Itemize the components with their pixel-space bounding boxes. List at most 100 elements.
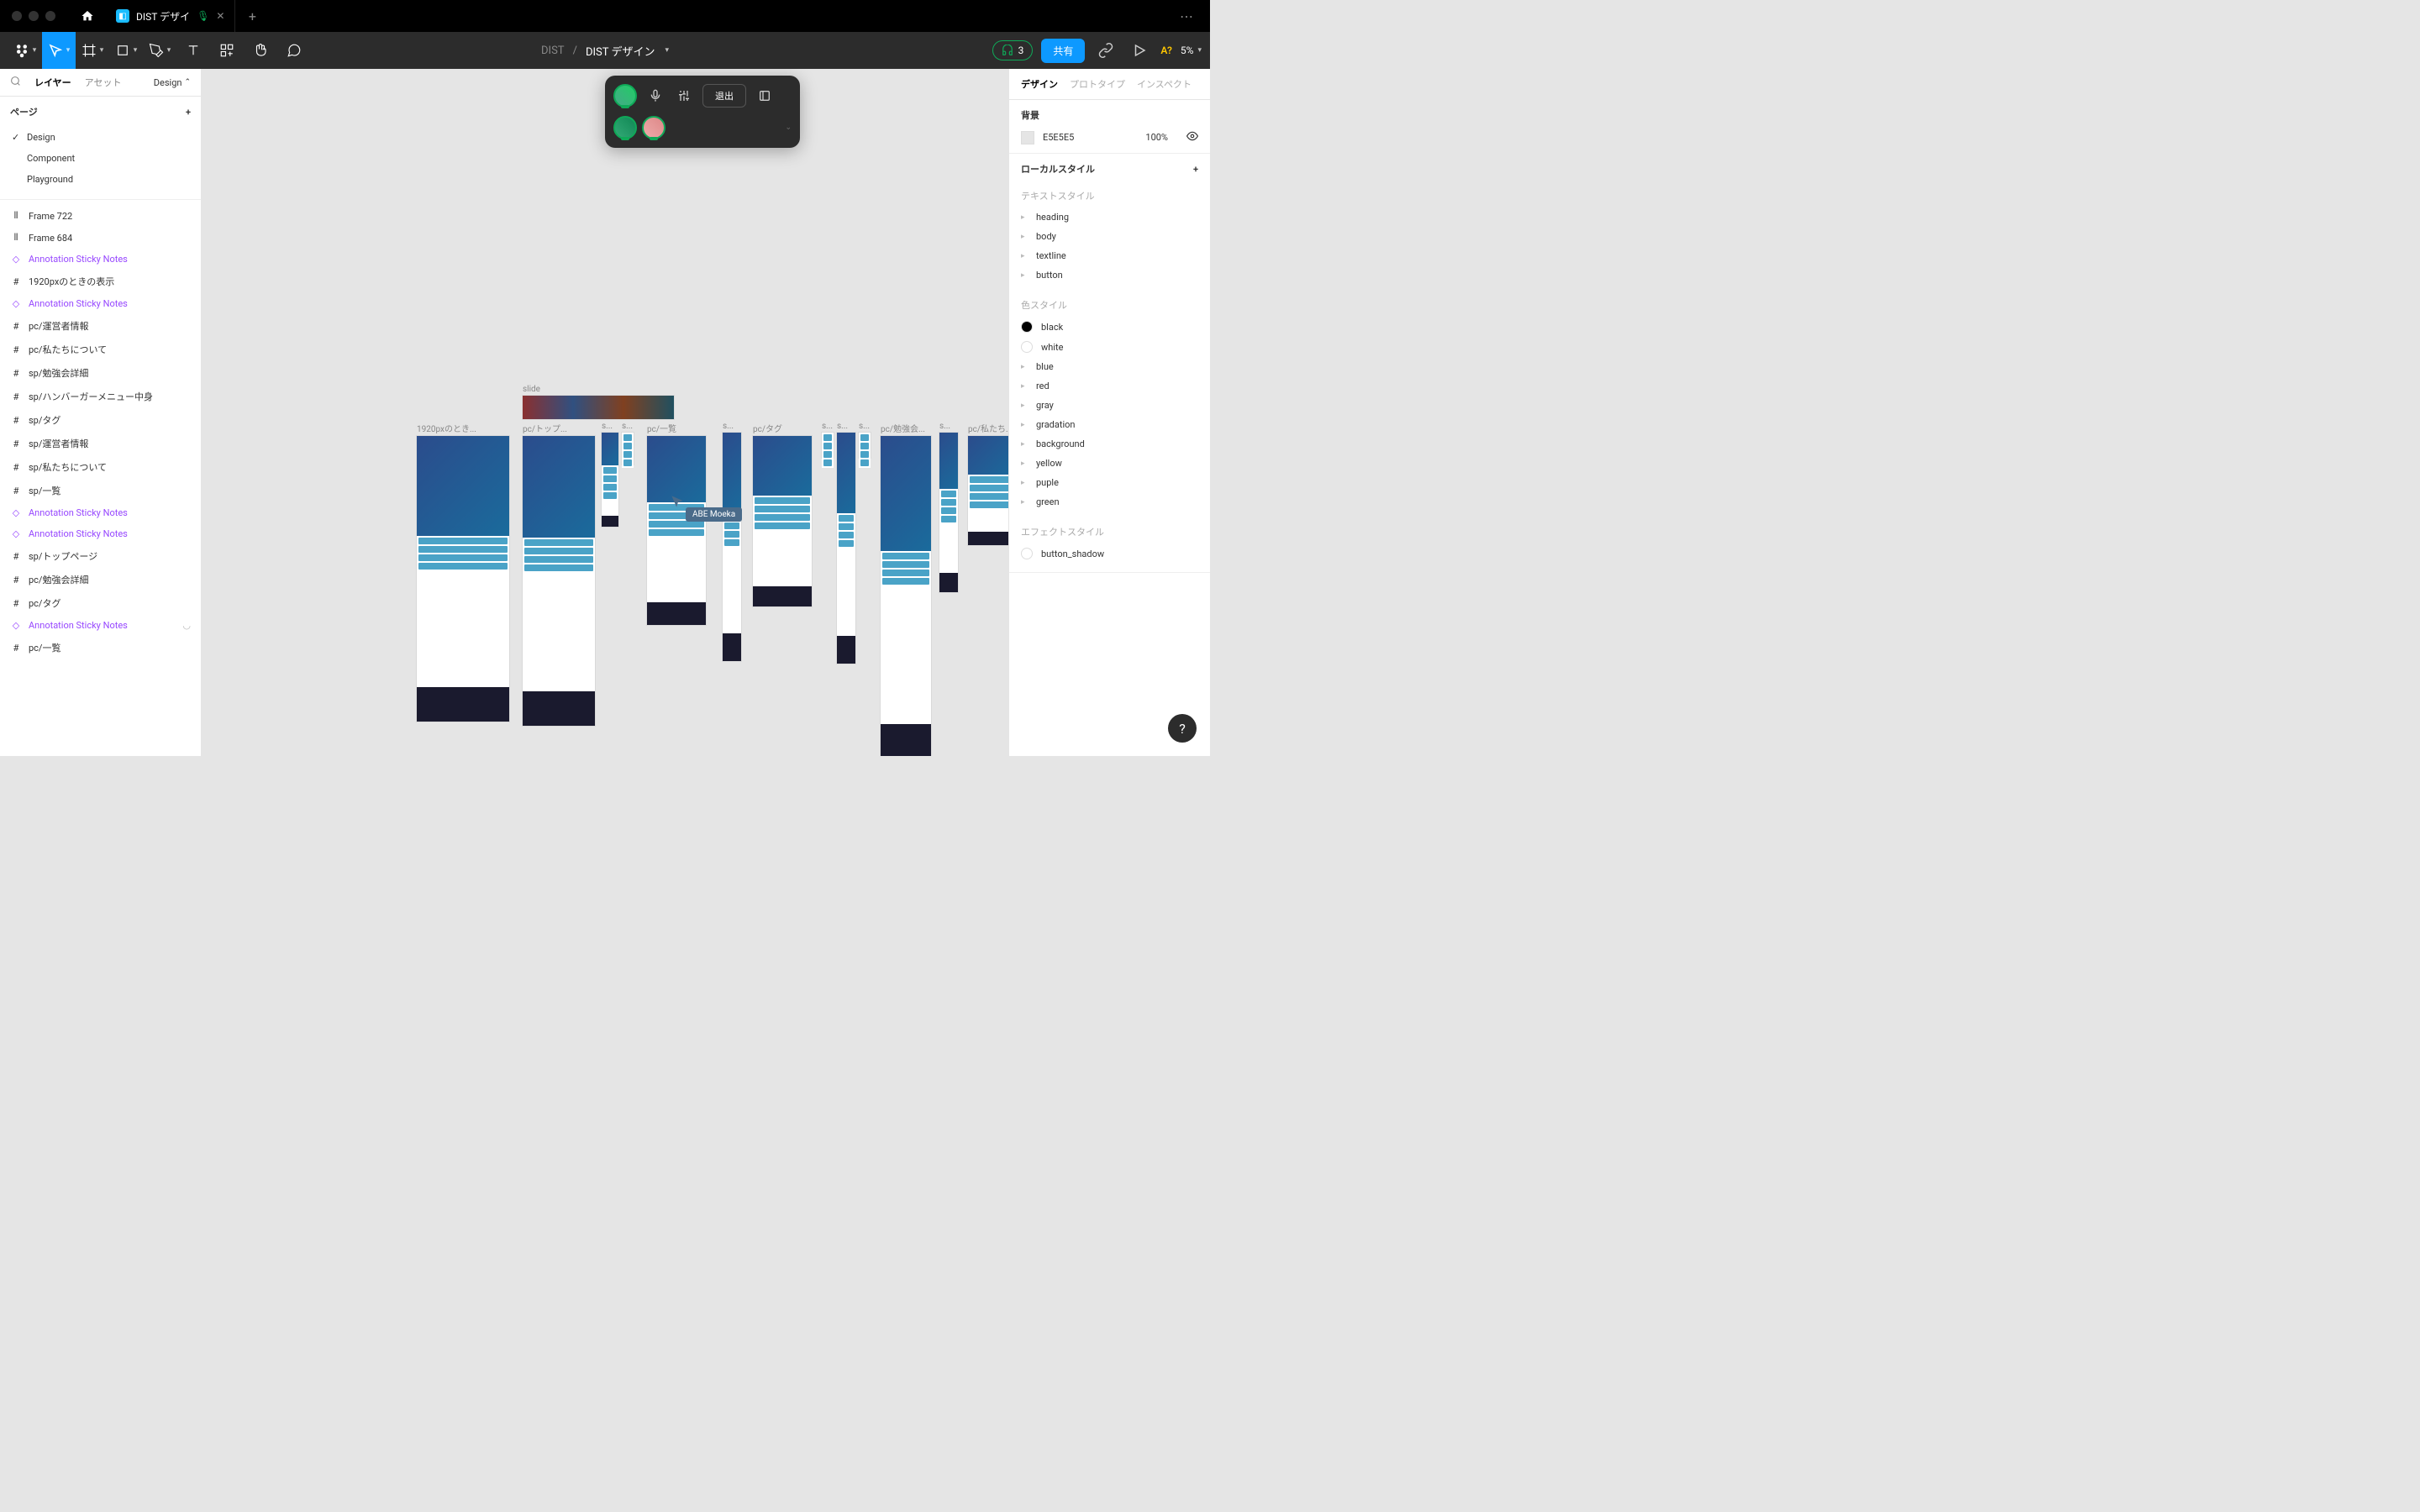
add-style-icon[interactable]: + [1193,164,1198,175]
exit-voice-button[interactable]: 退出 [702,84,746,108]
page-dropdown[interactable]: Design⌃ [154,77,191,88]
bg-swatch[interactable] [1021,131,1034,144]
close-tab-icon[interactable]: ✕ [216,10,224,22]
expand-icon[interactable] [755,89,775,102]
layer-item[interactable]: #pc/運営者情報 [0,314,201,338]
frame-tool[interactable]: ▾ [76,32,109,69]
comment-tool[interactable] [277,32,311,69]
layer-item[interactable]: #sp/タグ [0,408,201,432]
color-style-item[interactable]: ▸red [1021,376,1198,396]
frame-label[interactable]: s... [822,422,834,431]
zoom-control[interactable]: 5% ▾ [1181,45,1202,56]
layer-item[interactable]: ◇Annotation Sticky Notes [0,249,201,270]
layer-item[interactable]: #1920pxのときの表示 [0,270,201,293]
frame-thumbnail[interactable] [523,396,674,419]
frame-label[interactable]: pc/タグ [753,422,812,434]
layer-item[interactable]: #pc/一覧 [0,636,201,659]
layer-item[interactable]: ◇Annotation Sticky Notes [0,523,201,544]
text-tool[interactable] [176,32,210,69]
layer-item[interactable]: #pc/タグ [0,591,201,615]
color-style-item[interactable]: ▸background [1021,434,1198,454]
color-style-item[interactable]: ▸green [1021,492,1198,512]
avatar[interactable] [613,84,637,108]
main-menu-button[interactable]: ▾ [8,32,42,69]
add-page-icon[interactable]: + [186,107,191,118]
file-tab[interactable]: ◧ DIST デザイ 🎙 ✕ [106,0,235,32]
frame-label[interactable]: pc/トップ... [523,422,595,434]
frame-thumbnail[interactable] [939,433,958,592]
color-style-item[interactable]: ▸gray [1021,396,1198,415]
frame-label[interactable]: pc/私たち... [968,422,1008,434]
frame-thumbnail[interactable] [523,436,595,726]
assets-tab[interactable]: アセット [85,76,122,89]
maximize-window[interactable] [45,11,55,21]
frame-thumbnail[interactable] [602,433,618,527]
frame-thumbnail[interactable] [723,433,741,661]
hand-tool[interactable] [244,32,277,69]
frame-label[interactable]: slide [523,385,674,394]
window-controls[interactable] [12,11,55,21]
prototype-tab[interactable]: プロトタイプ [1070,77,1125,91]
settings-icon[interactable] [674,89,694,102]
frame-label[interactable]: s... [622,422,634,431]
layer-item[interactable]: ◇Annotation Sticky Notes◡ [0,615,201,636]
frame-label[interactable]: 1920pxのとき... [417,422,509,434]
color-style-item[interactable]: ▸yellow [1021,454,1198,473]
layer-item[interactable]: #pc/私たちについて [0,338,201,361]
file-name[interactable]: DIST デザイン [586,43,655,59]
frame-label[interactable]: s... [602,422,618,431]
frame-thumbnail[interactable] [859,433,871,458]
design-tab[interactable]: デザイン [1021,77,1058,91]
frame-thumbnail[interactable] [647,436,706,625]
canvas[interactable]: 退出 ⌄ slide 1920pxのとき...pc/トップ...s...s...… [202,69,1008,756]
shape-tool[interactable]: ▾ [109,32,143,69]
frame-label[interactable]: pc/一覧 [647,422,706,434]
menu-overflow-icon[interactable]: ⋯ [1180,8,1203,24]
layer-item[interactable]: #sp/私たちについて [0,455,201,479]
layer-item[interactable]: ⦀Frame 684 [0,227,201,249]
move-tool[interactable]: ▾ [42,32,76,69]
frame-label[interactable]: s... [723,422,741,431]
avatar[interactable] [613,116,637,139]
chevron-down-icon[interactable]: ⌄ [785,123,792,132]
bg-opacity[interactable]: 100% [1145,132,1168,143]
page-item[interactable]: Component [0,148,201,169]
text-style-item[interactable]: ▸button [1021,265,1198,285]
bg-hex[interactable]: E5E5E5 [1043,132,1074,143]
frame-thumbnail[interactable] [753,436,812,606]
color-style-item[interactable]: ▸puple [1021,473,1198,492]
text-style-item[interactable]: ▸body [1021,227,1198,246]
frame-label[interactable]: s... [837,422,855,431]
help-button[interactable]: ? [1168,714,1197,743]
layer-item[interactable]: #sp/一覧 [0,479,201,502]
dev-mode-icon[interactable] [1093,32,1118,69]
present-button[interactable] [1127,32,1152,69]
project-name[interactable]: DIST [541,45,565,57]
frame-label[interactable]: s... [939,422,958,431]
voice-panel[interactable]: 退出 ⌄ [605,76,800,148]
chevron-down-icon[interactable]: ▾ [665,46,669,55]
share-button[interactable]: 共有 [1041,39,1085,63]
color-style-item[interactable]: ▸gradation [1021,415,1198,434]
frame-thumbnail[interactable] [822,433,834,458]
avatar[interactable] [642,116,666,139]
frame-thumbnail[interactable] [622,433,634,465]
home-tab[interactable] [69,0,106,32]
text-style-item[interactable]: ▸heading [1021,207,1198,227]
effect-style-item[interactable]: button_shadow [1021,543,1198,564]
visibility-icon[interactable] [1186,130,1198,144]
frame-label[interactable]: s... [859,422,871,431]
layer-item[interactable]: #sp/トップページ [0,544,201,568]
layers-tab[interactable]: レイヤー [34,76,71,89]
color-style-item[interactable]: white [1021,337,1198,357]
mic-icon[interactable] [645,89,666,102]
layer-item[interactable]: ⦀Frame 722 [0,205,201,227]
text-style-item[interactable]: ▸textline [1021,246,1198,265]
inspect-tab[interactable]: インスペクト [1137,77,1192,91]
frame-label[interactable]: pc/勉強会... [881,422,931,434]
layer-item[interactable]: #pc/勉強会詳細 [0,568,201,591]
close-window[interactable] [12,11,22,21]
frame-thumbnail[interactable] [417,436,509,722]
layer-item[interactable]: #sp/運営者情報 [0,432,201,455]
layer-item[interactable]: ◇Annotation Sticky Notes [0,502,201,523]
